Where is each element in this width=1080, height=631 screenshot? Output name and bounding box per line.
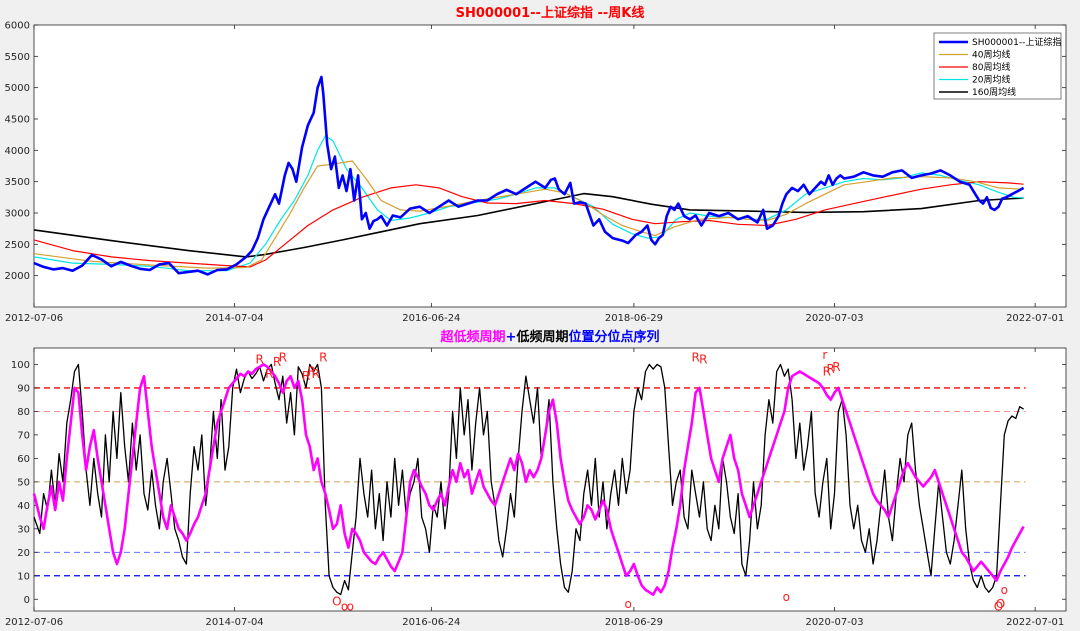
lower-xtick-label: 2012-07-06 (5, 617, 63, 628)
lower-xtick-label: 2018-06-29 (605, 617, 663, 628)
signal-marker: o (783, 590, 790, 604)
figure-canvas: 2000 2500 3000 3500 4000 4500 5000 5500 6000 2012… (5, 5, 1067, 628)
upper-xtick-label: 2014-07-04 (206, 313, 264, 324)
legend-entry: SH000001--上证综指 (972, 36, 1061, 48)
lower-ytick-label: 30 (17, 524, 30, 535)
upper-chart-title: SH000001--上证综指 --周K线 (456, 5, 645, 21)
lower-title-part4: 位置分位点序列 (568, 329, 659, 345)
lower-ytick-label: 60 (17, 454, 30, 465)
upper-ytick-label: 2000 (5, 271, 30, 282)
upper-xtick-label: 2012-07-06 (5, 313, 63, 324)
signal-marker: R (699, 353, 707, 367)
lower-ytick-label: 20 (17, 548, 30, 559)
legend-entry: 20周均线 (972, 74, 1010, 86)
signal-marker: R (279, 350, 287, 364)
legend-entry: 80周均线 (972, 61, 1010, 73)
lower-ytick-label: 40 (17, 501, 30, 512)
upper-ytick-label: 3500 (5, 177, 30, 188)
upper-chart-axes: 2000 2500 3000 3500 4000 4500 5000 5500 6000 2012… (5, 5, 1067, 324)
upper-ytick-label: 2500 (5, 240, 30, 251)
lower-xtick-label: 2016-06-24 (402, 617, 460, 628)
signal-marker: r (822, 348, 827, 362)
lower-ytick-label: 10 (17, 571, 30, 582)
lower-chart-axes: 0 10 20 30 40 50 60 70 80 90 100 2012-07-06 2014-07-… (5, 329, 1067, 628)
lower-ytick-label: 100 (11, 360, 30, 371)
lower-xtick-label: 2020-07-03 (805, 617, 863, 628)
lower-xtick-label: 2022-07-01 (1006, 617, 1064, 628)
lower-title-part1: 超低频周期 (441, 329, 506, 345)
signal-marker: o (1001, 583, 1008, 597)
signal-marker: O (996, 597, 1005, 611)
lower-xtick-label: 2014-07-04 (206, 617, 264, 628)
signal-marker: R (832, 360, 840, 374)
upper-plot-area (33, 24, 1067, 308)
upper-xtick-label: 2020-07-03 (805, 313, 863, 324)
upper-ytick-label: 4000 (5, 146, 30, 157)
upper-xtick-label: 2016-06-24 (402, 313, 460, 324)
signal-marker: R (256, 353, 264, 367)
signal-marker: o (347, 599, 354, 613)
lower-ytick-label: 50 (17, 477, 30, 488)
lower-ytick-label: 80 (17, 407, 30, 418)
lower-title-part2: + (506, 330, 517, 345)
lower-ytick-label: 0 (24, 595, 30, 606)
signal-marker: R (311, 367, 319, 381)
signal-marker: R (319, 350, 327, 364)
upper-ytick-label: 6000 (5, 21, 30, 32)
upper-xtick-label: 2018-06-29 (605, 313, 663, 324)
upper-xtick-label: 2022-07-01 (1006, 313, 1064, 324)
lower-chart-title: 超低频周期+低频周期位置分位点序列 (441, 329, 660, 345)
upper-ytick-label: 3000 (5, 209, 30, 220)
legend-entry: 160周均线 (972, 86, 1016, 98)
lower-ytick-label: 90 (17, 383, 30, 394)
upper-ytick-label: 5000 (5, 83, 30, 94)
lower-ytick-label: 70 (17, 430, 30, 441)
legend-entry: 40周均线 (972, 49, 1010, 61)
legend: SH000001--上证综指40周均线80周均线20周均线160周均线 (933, 32, 1061, 100)
upper-ytick-label: 5500 (5, 52, 30, 63)
lower-title-part3: 低频周期 (515, 329, 568, 345)
upper-ytick-label: 4500 (5, 115, 30, 126)
signal-marker: o (624, 597, 631, 611)
